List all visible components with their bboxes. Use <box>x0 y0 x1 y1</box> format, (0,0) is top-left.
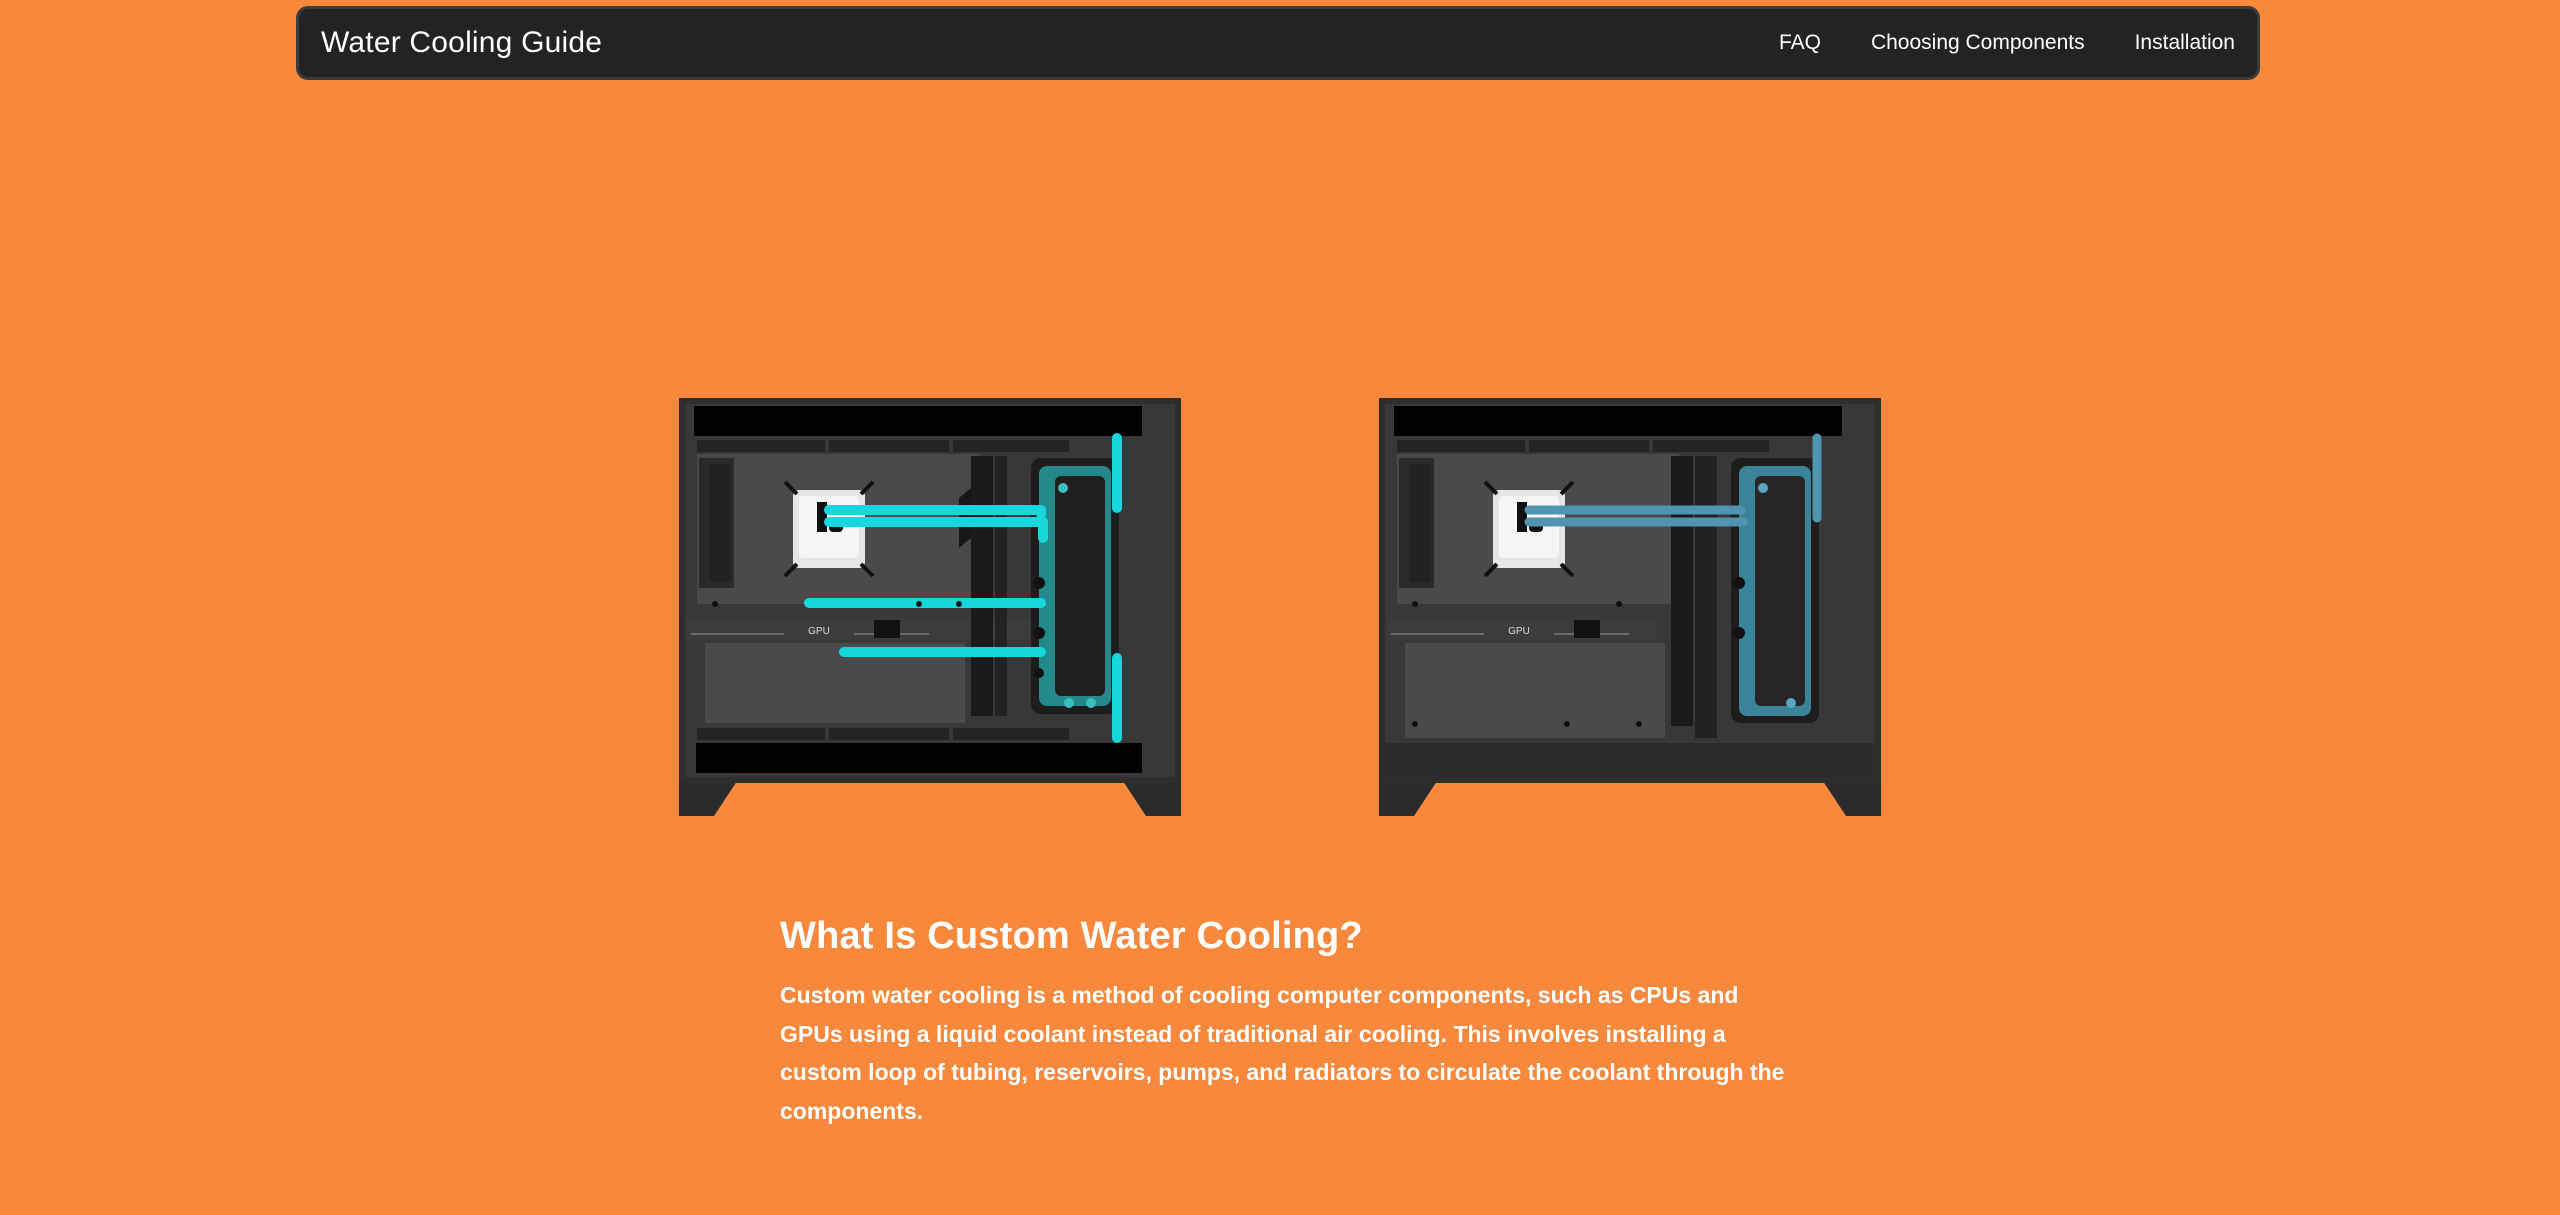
pc-case-muted-coolant-image: GPU <box>1379 398 1881 816</box>
svg-text:GPU: GPU <box>808 626 830 637</box>
article-section: What Is Custom Water Cooling? Custom wat… <box>780 915 1790 1130</box>
svg-text:GPU: GPU <box>1508 626 1530 637</box>
article-heading: What Is Custom Water Cooling? <box>780 915 1363 957</box>
nav-link-faq[interactable]: FAQ <box>1779 31 1821 55</box>
nav-link-installation[interactable]: Installation <box>2135 31 2235 55</box>
nav-links: FAQ Choosing Components Installation <box>1779 31 2235 55</box>
brand-link[interactable]: Water Cooling Guide <box>321 26 602 60</box>
nav-link-choosing-components[interactable]: Choosing Components <box>1871 31 2085 55</box>
pc-illustrations: GPU GPU <box>679 398 1881 816</box>
article-body: Custom water cooling is a method of cool… <box>780 982 1785 1124</box>
pc-case-bright-coolant-image: GPU <box>679 398 1181 816</box>
top-navbar: Water Cooling Guide FAQ Choosing Compone… <box>296 6 2260 80</box>
